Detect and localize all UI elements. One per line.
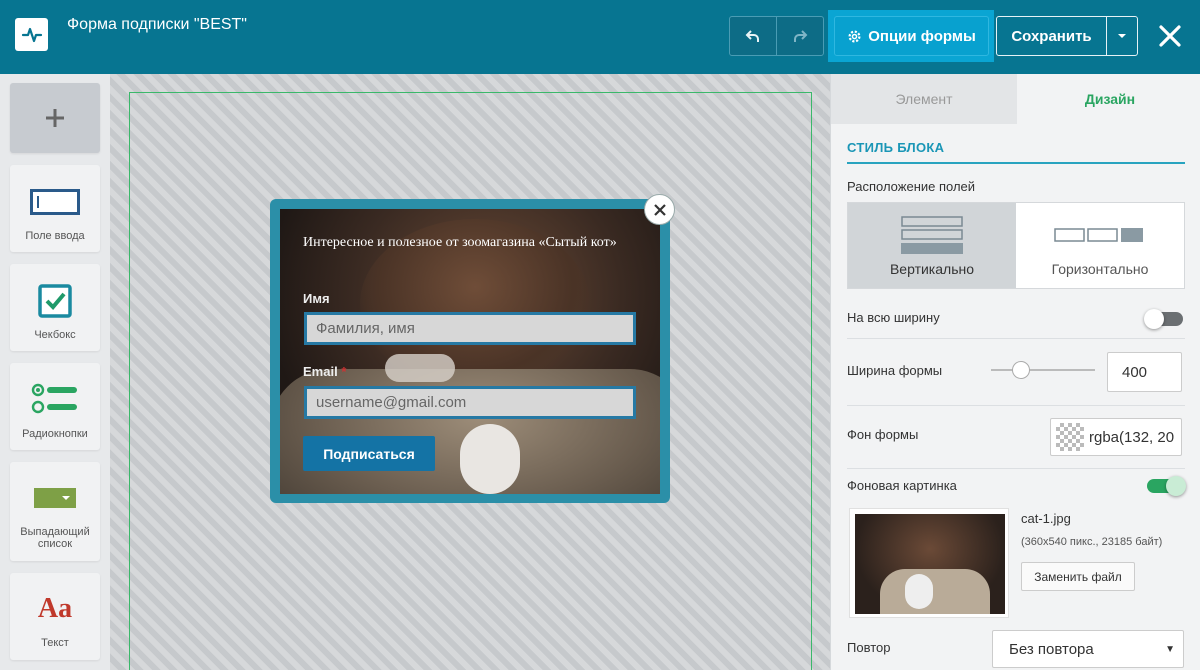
form-background-color-input[interactable]: rgba(132, 20 [1050, 418, 1182, 456]
form-options-label: Опции формы [868, 27, 976, 45]
save-button-group: Сохранить [996, 16, 1138, 56]
repeat-select[interactable]: Без повтора ▼ [992, 630, 1184, 668]
tool-label: Выпадающий список [20, 526, 90, 550]
color-value: rgba(132, 20 [1089, 428, 1175, 446]
form-width-slider-handle[interactable] [1012, 361, 1030, 379]
tool-input-field[interactable]: Поле ввода [10, 165, 100, 252]
form-width-label: Ширина формы [847, 363, 943, 378]
form-background-label: Фон формы [847, 427, 919, 442]
dropdown-icon [10, 488, 100, 508]
name-input[interactable]: Фамилия, имя [304, 312, 636, 345]
form-width-input[interactable]: 400 [1107, 352, 1182, 392]
layout-horizontal-label: Горизонтально [1051, 261, 1149, 277]
background-image-label: Фоновая картинка [847, 478, 957, 493]
background-image-thumbnail [849, 508, 1009, 618]
undo-redo-group [729, 16, 824, 56]
tool-checkbox[interactable]: Чекбокс [10, 264, 100, 351]
tool-dropdown[interactable]: Выпадающий список [10, 462, 100, 561]
layout-vertical-label: Вертикально [889, 261, 975, 277]
email-input[interactable]: username@gmail.com [304, 386, 636, 419]
elements-toolbox: Поле ввода Чекбокс Радиокнопки Выпадающи… [0, 74, 110, 670]
close-icon [653, 203, 666, 216]
layout-vertical-option[interactable]: Вертикально [848, 203, 1016, 288]
tool-label: Радиокнопки [22, 428, 88, 440]
tool-text[interactable]: Aa Текст [10, 573, 100, 660]
gear-icon [848, 30, 861, 42]
section-divider [847, 162, 1185, 164]
chevron-down-icon [1118, 34, 1126, 38]
layout-selector: Вертикально Горизонтально [847, 202, 1185, 289]
form-width-slider-track [991, 369, 1095, 371]
app-logo-icon[interactable] [15, 18, 48, 51]
tool-label: Текст [41, 637, 69, 649]
tool-radio-buttons[interactable]: Радиокнопки [10, 363, 100, 450]
redo-button[interactable] [776, 17, 823, 55]
plus-icon [46, 109, 64, 127]
repeat-value: Без повтора [1009, 640, 1094, 658]
close-icon[interactable] [1156, 22, 1184, 50]
tool-label: Поле ввода [25, 230, 85, 242]
background-image-toggle[interactable] [1147, 476, 1186, 496]
checkbox-icon [10, 284, 100, 318]
required-mark: * [341, 364, 347, 379]
top-header: Форма подписки "BEST" Опции формы Сохран… [0, 0, 1200, 74]
redo-icon [794, 30, 808, 42]
full-width-label: На всю ширину [847, 310, 940, 325]
file-info: (360x540 пикс., 23185 байт) [1021, 536, 1163, 548]
undo-button[interactable] [730, 17, 776, 55]
popup-close-button[interactable] [644, 194, 675, 225]
file-name: cat-1.jpg [1021, 511, 1071, 526]
radio-buttons-icon [10, 383, 100, 415]
section-title: СТИЛЬ БЛОКА [847, 140, 945, 155]
tab-design[interactable]: Дизайн [1017, 74, 1200, 124]
chevron-down-icon: ▼ [1165, 644, 1175, 655]
tool-label: Чекбокс [34, 329, 76, 341]
save-button[interactable]: Сохранить [997, 17, 1107, 55]
layout-horizontal-option[interactable]: Горизонтально [1016, 203, 1184, 288]
full-width-toggle[interactable] [1144, 309, 1183, 329]
save-dropdown-button[interactable] [1107, 17, 1137, 55]
tab-element[interactable]: Элемент [831, 74, 1017, 124]
undo-icon [745, 30, 759, 42]
subscribe-button[interactable]: Подписаться [303, 436, 435, 471]
name-label: Имя [303, 291, 330, 306]
add-element-button[interactable] [10, 83, 100, 153]
form-heading: Интересное и полезное от зоомагазина «Сы… [303, 235, 617, 250]
properties-panel: Элемент Дизайн СТИЛЬ БЛОКА Расположение … [830, 74, 1200, 670]
email-label: Email * [303, 364, 347, 379]
color-swatch[interactable] [1056, 423, 1084, 451]
form-options-button[interactable]: Опции формы [834, 16, 989, 56]
text-aa-icon: Aa [37, 593, 73, 624]
vertical-layout-icon [901, 216, 963, 254]
repeat-label: Повтор [847, 640, 891, 655]
replace-file-button[interactable]: Заменить файл [1021, 562, 1135, 591]
form-title-header: Форма подписки "BEST" [67, 16, 247, 33]
horizontal-layout-icon [1054, 228, 1143, 242]
layout-label: Расположение полей [847, 179, 976, 194]
input-field-icon [10, 189, 100, 215]
